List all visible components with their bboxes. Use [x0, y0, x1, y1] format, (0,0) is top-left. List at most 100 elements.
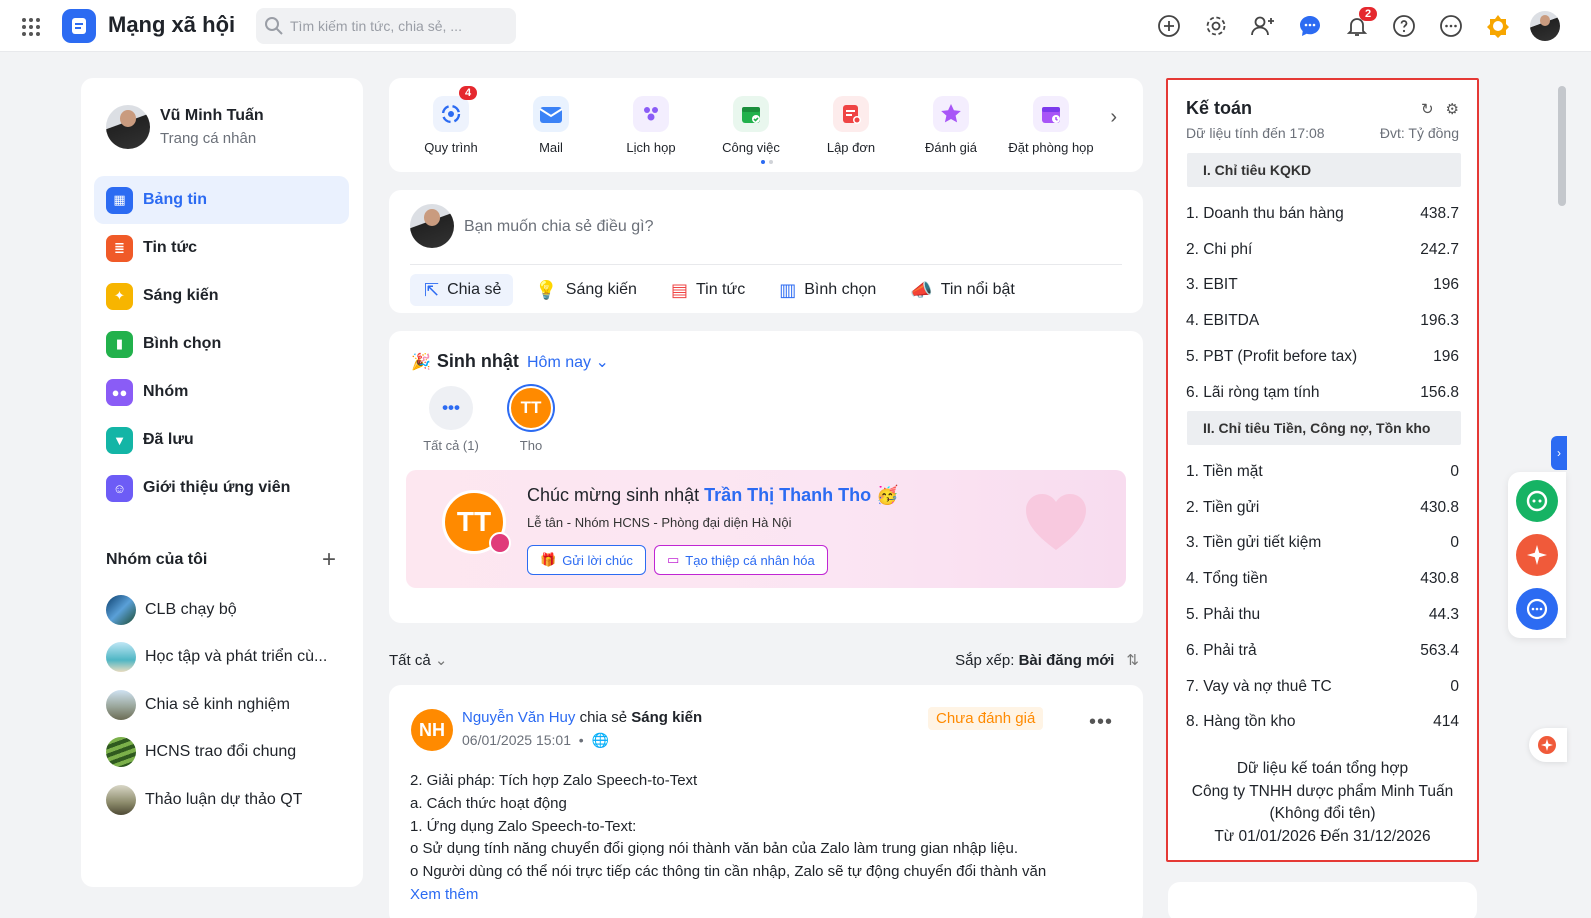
- compose-tab-idea[interactable]: 💡 Sáng kiến: [521, 274, 649, 306]
- sidebar-item-label: Bảng tin: [143, 191, 207, 208]
- mail-icon: [533, 96, 569, 132]
- accounting-widget: Kế toán ↻ ⚙ Dữ liệu tính đến 17:08 Đvt: …: [1166, 78, 1479, 862]
- sidebar-item-nhom[interactable]: ●● Nhóm: [94, 368, 349, 416]
- mini-ai-button[interactable]: [1529, 728, 1567, 762]
- birthday-details: Lễ tân - Nhóm HCNS - Phòng đại diện Hà N…: [527, 515, 792, 530]
- app-dat-phong-hop[interactable]: Đặt phòng họp: [1001, 96, 1101, 155]
- post-status-badge: Chưa đánh giá: [928, 707, 1044, 730]
- sidebar-menu: ▦ Bảng tin ≣ Tin tức ✦ Sáng kiến ▮ Bình …: [94, 176, 349, 512]
- add-user-icon[interactable]: [1245, 8, 1281, 44]
- sort-control[interactable]: Sắp xếp: Bài đăng mới ⇅: [955, 651, 1139, 669]
- group-item[interactable]: Học tập và phát triển cù...: [106, 634, 346, 682]
- app-grid-icon[interactable]: [21, 17, 41, 37]
- sidebar-item-bang-tin[interactable]: ▦ Bảng tin: [94, 176, 349, 224]
- compose-tab-news[interactable]: ▤ Tin tức: [657, 274, 757, 306]
- sidebar-item-sang-kien[interactable]: ✦ Sáng kiến: [94, 272, 349, 320]
- sidebar-item-binh-chon[interactable]: ▮ Bình chọn: [94, 320, 349, 368]
- compose-tab-poll[interactable]: ▥ Bình chọn: [765, 274, 888, 306]
- cake-icon: [489, 532, 511, 554]
- section-kqkd: I. Chỉ tiêu KQKD: [1187, 153, 1461, 187]
- create-card-button[interactable]: ▭ Tạo thiệp cá nhân hóa: [654, 545, 828, 575]
- post-author-avatar[interactable]: NH: [411, 709, 453, 751]
- bookmark-icon: ▼: [106, 426, 133, 454]
- user-avatar[interactable]: [1527, 8, 1563, 44]
- accounting-row: 2. Chi phí 242.7: [1186, 240, 1459, 258]
- birthday-card: 🎉 Sinh nhật Hôm nay ⌄ ••• Tất cả (1) TT Tho…: [389, 331, 1143, 623]
- sidebar-item-label: Nhóm: [143, 383, 189, 400]
- assistant-icon[interactable]: [1516, 480, 1558, 522]
- app-mail[interactable]: Mail: [501, 96, 601, 155]
- app-label: Lịch họp: [626, 140, 676, 155]
- card-icon: ▭: [667, 552, 680, 567]
- accounting-unit: Đvt: Tỷ đồng: [1379, 125, 1459, 141]
- app-logo-icon[interactable]: [62, 9, 96, 43]
- accounting-as-of: Dữ liệu tính đến 17:08: [1186, 125, 1325, 141]
- birthday-title: Sinh nhật: [436, 351, 519, 371]
- app-cong-viec[interactable]: Công việc: [701, 96, 801, 155]
- birthday-person-fullname[interactable]: Trần Thị Thanh Tho: [704, 485, 871, 505]
- birthday-person-avatar: TT: [509, 386, 553, 430]
- group-item[interactable]: Thảo luận dự thảo QT: [106, 776, 346, 824]
- group-list: CLB chạy bộ Học tập và phát triển cù... …: [106, 586, 346, 824]
- profile-name: Vũ Minh Tuấn: [160, 107, 264, 124]
- app-label: Quy trình: [424, 140, 478, 155]
- left-sidebar: Vũ Minh Tuấn Trang cá nhân ▦ Bảng tin ≣ …: [81, 78, 363, 887]
- poll-icon: ▮: [106, 330, 133, 358]
- post-author-name[interactable]: Nguyễn Văn Huy: [462, 709, 575, 726]
- app-quy-trinh[interactable]: 4 Quy trình: [401, 86, 501, 155]
- group-item[interactable]: Chia sẻ kinh nghiệm: [106, 681, 346, 729]
- poll-icon: ▥: [779, 279, 797, 300]
- group-item[interactable]: HCNS trao đổi chung: [106, 729, 346, 777]
- search-icon: [265, 17, 283, 35]
- post-author-line: Nguyễn Văn Huy chia sẻ Sáng kiến: [462, 709, 703, 726]
- page-scrollbar[interactable]: [1558, 86, 1566, 206]
- reward-icon[interactable]: [1480, 8, 1516, 44]
- search-input[interactable]: [290, 18, 510, 34]
- accounting-row: 8. Hàng tồn kho 414: [1186, 713, 1459, 731]
- accounting-row: 3. EBIT 196: [1186, 276, 1459, 294]
- settings-icon[interactable]: ⚙: [1446, 100, 1459, 118]
- add-icon[interactable]: [1151, 8, 1187, 44]
- see-more-link[interactable]: Xem thêm: [410, 884, 1110, 907]
- birthday-person[interactable]: TT Tho: [491, 386, 571, 453]
- expand-panel-icon[interactable]: ›: [1551, 436, 1567, 470]
- refresh-icon[interactable]: ↻: [1421, 100, 1434, 118]
- chat-bubble-icon[interactable]: [1516, 588, 1558, 630]
- post-more-icon[interactable]: •••: [1089, 711, 1113, 734]
- newsfeed-icon: ▦: [106, 186, 133, 214]
- more-icon[interactable]: [1433, 8, 1469, 44]
- app-danh-gia[interactable]: Đánh giá: [901, 96, 1001, 155]
- app-lap-don[interactable]: Lập đơn: [801, 96, 901, 155]
- group-icon: ●●: [106, 378, 133, 406]
- birthday-filter-dropdown[interactable]: Hôm nay ⌄: [527, 352, 609, 372]
- feed-filter-dropdown[interactable]: Tất cả ⌄: [389, 651, 447, 669]
- section-cash: II. Chỉ tiêu Tiền, Công nợ, Tồn kho: [1187, 411, 1461, 445]
- compose-input[interactable]: Bạn muốn chia sẻ điều gì?: [464, 218, 653, 236]
- chevron-right-icon[interactable]: ›: [1110, 106, 1117, 129]
- referral-icon: ☺: [106, 474, 133, 502]
- compose-tab-share[interactable]: ⇱ Chia sẻ: [410, 274, 514, 306]
- accounting-row: 7. Vay và nợ thuê TC 0: [1186, 677, 1459, 695]
- sidebar-item-gioi-thieu-ung-vien[interactable]: ☺ Giới thiệu ứng viên: [94, 464, 349, 512]
- bell-icon[interactable]: 2: [1339, 7, 1378, 44]
- accounting-row: 2. Tiền gửi 430.8: [1186, 498, 1459, 516]
- gear-icon[interactable]: [1198, 8, 1234, 44]
- send-wish-button[interactable]: 🎁 Gửi lời chúc: [527, 545, 646, 575]
- accounting-row: 5. PBT (Profit before tax) 196: [1186, 348, 1459, 366]
- ai-sparkle-icon[interactable]: [1516, 534, 1558, 576]
- birthday-all[interactable]: ••• Tất cả (1): [411, 386, 491, 453]
- help-icon[interactable]: [1386, 8, 1422, 44]
- workflow-icon: 4: [433, 86, 478, 132]
- sidebar-item-da-luu[interactable]: ▼ Đã lưu: [94, 416, 349, 464]
- group-item[interactable]: CLB chạy bộ: [106, 586, 346, 634]
- chat-icon[interactable]: [1292, 8, 1328, 44]
- birthday-person-name: Tho: [519, 438, 543, 453]
- app-lich-hop[interactable]: Lịch họp: [601, 96, 701, 155]
- sidebar-item-tin-tuc[interactable]: ≣ Tin tức: [94, 224, 349, 272]
- add-group-icon[interactable]: +: [322, 546, 336, 574]
- profile-link[interactable]: Vũ Minh Tuấn Trang cá nhân: [106, 105, 264, 149]
- search-box[interactable]: [256, 8, 516, 44]
- compose-tab-highlight[interactable]: 📣 Tin nổi bật: [896, 274, 1027, 306]
- sidebar-item-label: Bình chọn: [143, 335, 222, 352]
- sidebar-item-label: Tin tức: [143, 239, 197, 256]
